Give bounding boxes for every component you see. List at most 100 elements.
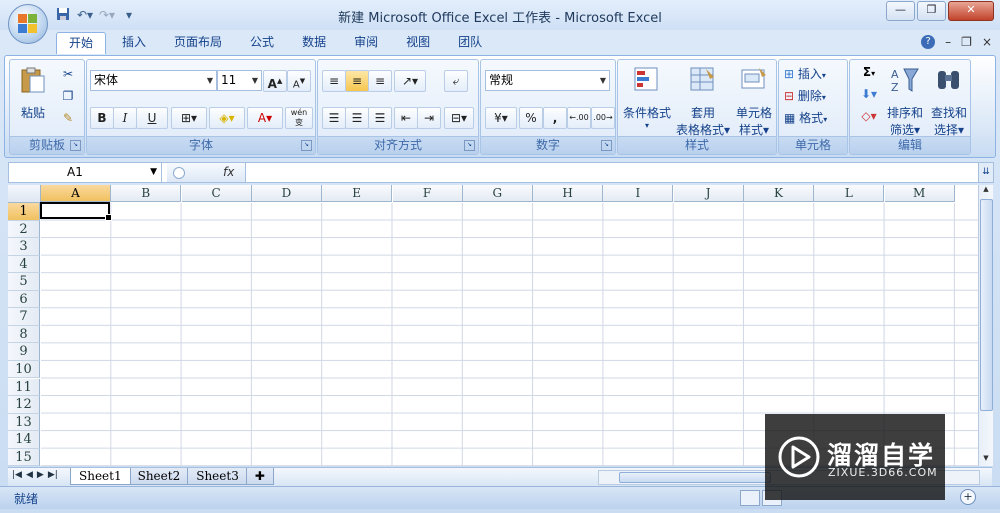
row-header[interactable]: 1: [8, 203, 40, 221]
first-sheet-icon[interactable]: |◀: [12, 470, 22, 480]
sort-filter-button[interactable]: AZ 排序和 筛选▾: [884, 64, 926, 137]
copy-icon[interactable]: ❐: [58, 88, 78, 106]
row-header[interactable]: 6: [8, 290, 40, 309]
name-box-dropdown-icon[interactable]: ▼: [150, 163, 157, 182]
format-painter-icon[interactable]: ✎: [58, 110, 78, 128]
ribbon-restore-button[interactable]: ❐: [961, 35, 972, 49]
last-sheet-icon[interactable]: ▶|: [48, 470, 58, 480]
expand-formula-bar-icon[interactable]: ⇊: [978, 162, 994, 183]
zoom-in-icon[interactable]: +: [960, 489, 976, 505]
select-all-button[interactable]: [8, 185, 41, 203]
insert-sheet-icon[interactable]: ✚: [245, 468, 274, 485]
column-header[interactable]: G: [462, 185, 533, 202]
column-header[interactable]: B: [111, 185, 182, 202]
column-header[interactable]: F: [392, 185, 463, 202]
row-header[interactable]: 5: [8, 273, 40, 291]
alignment-launcher-icon[interactable]: ↘: [464, 140, 475, 151]
format-cells-button[interactable]: ▦ 格式▾: [783, 108, 845, 128]
paste-button[interactable]: 粘贴: [14, 64, 52, 132]
conditional-format-button[interactable]: 条件格式 ▾: [620, 64, 674, 134]
font-name-select[interactable]: 宋体 ▼: [90, 70, 217, 91]
phonetic-button[interactable]: wén 变: [285, 107, 313, 129]
ribbon-minimize-button[interactable]: –: [945, 35, 951, 49]
increase-indent-icon[interactable]: ⇥: [417, 107, 441, 129]
tab-home[interactable]: 开始: [56, 32, 107, 54]
column-header[interactable]: M: [884, 185, 955, 202]
fill-icon[interactable]: ⬇▾: [854, 86, 884, 106]
next-sheet-icon[interactable]: ▶: [37, 470, 44, 480]
help-icon[interactable]: ?: [921, 35, 936, 49]
fill-color-icon[interactable]: ◈▾: [209, 107, 245, 129]
row-header[interactable]: 13: [8, 413, 40, 432]
clipboard-launcher-icon[interactable]: ↘: [70, 140, 81, 151]
vertical-scrollbar[interactable]: ▲ ▼: [978, 185, 993, 466]
scroll-up-icon[interactable]: ▲: [979, 185, 993, 197]
office-button[interactable]: [8, 4, 48, 44]
clear-icon[interactable]: ◇▾: [854, 108, 884, 128]
tab-insert[interactable]: 插入: [110, 32, 158, 53]
formula-input[interactable]: [249, 163, 977, 182]
column-header[interactable]: D: [251, 185, 322, 202]
comma-button[interactable]: ,: [543, 107, 567, 129]
format-as-table-button[interactable]: 套用 表格格式▾: [674, 64, 732, 137]
insert-cells-button[interactable]: ⊞ 插入▾: [783, 64, 845, 84]
autosum-button[interactable]: Σ▾: [854, 64, 884, 84]
tab-data[interactable]: 数据: [290, 32, 338, 53]
row-header[interactable]: 11: [8, 378, 40, 396]
column-header[interactable]: E: [322, 185, 393, 202]
increase-decimal-button[interactable]: ←.00: [567, 107, 591, 129]
name-box[interactable]: A1 ▼: [9, 163, 162, 182]
tab-view[interactable]: 视图: [394, 32, 442, 53]
font-launcher-icon[interactable]: ↘: [301, 140, 312, 151]
formula-bar-resize-handle[interactable]: [173, 167, 185, 179]
align-left-icon[interactable]: ☰: [322, 107, 346, 129]
delete-cells-button[interactable]: ⊟ 删除▾: [783, 86, 845, 106]
cell-styles-button[interactable]: 单元格 样式▾: [732, 64, 776, 137]
horizontal-scroll-thumb[interactable]: [619, 472, 771, 483]
column-header[interactable]: J: [673, 185, 744, 202]
prev-sheet-icon[interactable]: ◀: [26, 470, 33, 480]
sheet-tab-1[interactable]: Sheet1: [70, 468, 131, 485]
wrap-text-icon[interactable]: ⤶: [444, 70, 468, 92]
row-header[interactable]: 15: [8, 448, 40, 466]
column-header[interactable]: C: [181, 185, 252, 202]
vertical-scroll-thumb[interactable]: [980, 199, 993, 411]
cut-icon[interactable]: ✂: [58, 66, 78, 84]
align-middle-icon[interactable]: ≡: [345, 70, 369, 92]
tab-page-layout[interactable]: 页面布局: [162, 32, 234, 53]
row-header[interactable]: 2: [8, 220, 40, 239]
decrease-decimal-button[interactable]: .00→: [591, 107, 615, 129]
minimize-button[interactable]: —: [886, 1, 915, 21]
tab-team[interactable]: 团队: [446, 32, 494, 53]
normal-view-icon[interactable]: [740, 490, 760, 506]
align-center-icon[interactable]: ☰: [345, 107, 369, 129]
number-format-select[interactable]: 常规 ▼: [485, 70, 610, 91]
align-right-icon[interactable]: ☰: [368, 107, 392, 129]
insert-function-button[interactable]: fx: [167, 163, 246, 182]
grow-font-button[interactable]: A▲: [263, 70, 287, 92]
row-header[interactable]: 7: [8, 308, 40, 326]
font-color-button[interactable]: A▾: [247, 107, 283, 129]
decrease-indent-icon[interactable]: ⇤: [394, 107, 418, 129]
number-launcher-icon[interactable]: ↘: [601, 140, 612, 151]
sheet-tab-3[interactable]: Sheet3: [187, 468, 248, 485]
row-header[interactable]: 9: [8, 343, 40, 361]
orientation-icon[interactable]: ↗▾: [394, 70, 426, 92]
row-header[interactable]: 10: [8, 360, 40, 379]
ribbon-close-button[interactable]: ×: [982, 35, 992, 49]
italic-button[interactable]: I: [113, 107, 137, 129]
underline-button[interactable]: U: [136, 107, 168, 129]
column-header[interactable]: K: [744, 185, 814, 202]
shrink-font-button[interactable]: A▼: [287, 70, 311, 92]
restore-button[interactable]: ❐: [917, 1, 946, 21]
row-header[interactable]: 3: [8, 238, 40, 256]
row-header[interactable]: 8: [8, 325, 40, 344]
row-header[interactable]: 14: [8, 431, 40, 449]
column-header[interactable]: H: [533, 185, 604, 202]
row-header[interactable]: 4: [8, 255, 40, 274]
align-bottom-icon[interactable]: ≡: [368, 70, 392, 92]
row-header[interactable]: 12: [8, 396, 40, 414]
align-top-icon[interactable]: ≡: [322, 70, 346, 92]
sheet-tab-2[interactable]: Sheet2: [128, 468, 190, 485]
column-header[interactable]: L: [814, 185, 885, 202]
